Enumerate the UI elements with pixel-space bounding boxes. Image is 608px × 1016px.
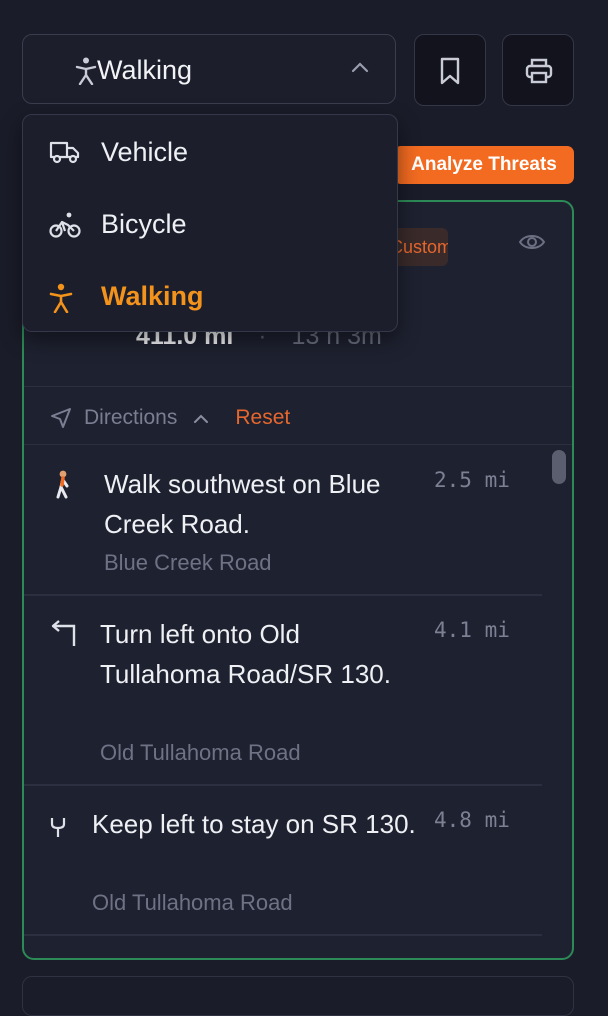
travel-mode-menu: Vehicle Bicycle Walking [22, 114, 398, 332]
bicycle-icon [49, 212, 81, 238]
travel-mode-select[interactable]: Walking [22, 34, 396, 104]
mode-option-walking[interactable]: Walking [23, 267, 397, 327]
truck-icon [49, 141, 80, 164]
reset-link[interactable]: Reset [235, 406, 290, 430]
step-road: Old Tullahoma Road [100, 740, 301, 765]
directions-list[interactable]: Walk southwest on Blue Creek Road. Blue … [24, 446, 542, 958]
bookmark-icon [440, 57, 460, 85]
printer-icon [525, 58, 553, 84]
step-instruction: Keep left to stay on SR 130. [92, 809, 416, 839]
step-instruction: Turn left onto Old Tullahoma Road/SR 130… [100, 619, 391, 689]
divider [24, 784, 542, 786]
keep-left-icon [50, 818, 66, 837]
travel-mode-value: Walking [97, 55, 193, 85]
print-button[interactable] [502, 34, 574, 106]
step-instruction: Walk southwest on Blue Creek Road. [104, 469, 381, 539]
mode-option-label: Vehicle [101, 137, 189, 167]
bookmark-button[interactable] [414, 34, 486, 106]
divider [24, 934, 542, 936]
divider [24, 386, 572, 387]
chevron-up-icon [351, 62, 369, 73]
step-road: Blue Creek Road [104, 550, 272, 575]
eye-icon[interactable] [518, 232, 546, 252]
step-distance: 4.1 mi [434, 618, 510, 642]
step-distance: 2.5 mi [434, 468, 510, 492]
scrollbar-thumb[interactable] [552, 450, 566, 484]
chevron-up-icon[interactable] [193, 413, 209, 423]
mode-option-vehicle[interactable]: Vehicle [23, 123, 397, 183]
turn-left-icon [51, 620, 76, 646]
mode-option-label: Walking [101, 281, 204, 311]
next-panel [22, 976, 574, 1016]
navigation-arrow-icon [51, 408, 71, 428]
divider [24, 444, 572, 445]
step-distance: 4.8 mi [434, 808, 510, 832]
divider [24, 594, 542, 596]
mode-option-label: Bicycle [101, 209, 187, 239]
directions-header: Directions Reset [50, 406, 290, 430]
walking-icon [49, 283, 73, 313]
mode-option-bicycle[interactable]: Bicycle [23, 195, 397, 255]
analyze-threats-button[interactable]: Analyze Threats [394, 146, 574, 184]
walking-person-icon [56, 470, 69, 499]
walking-icon [75, 57, 97, 85]
step-road: Old Tullahoma Road [92, 890, 293, 915]
directions-toggle[interactable]: Directions [84, 406, 177, 430]
